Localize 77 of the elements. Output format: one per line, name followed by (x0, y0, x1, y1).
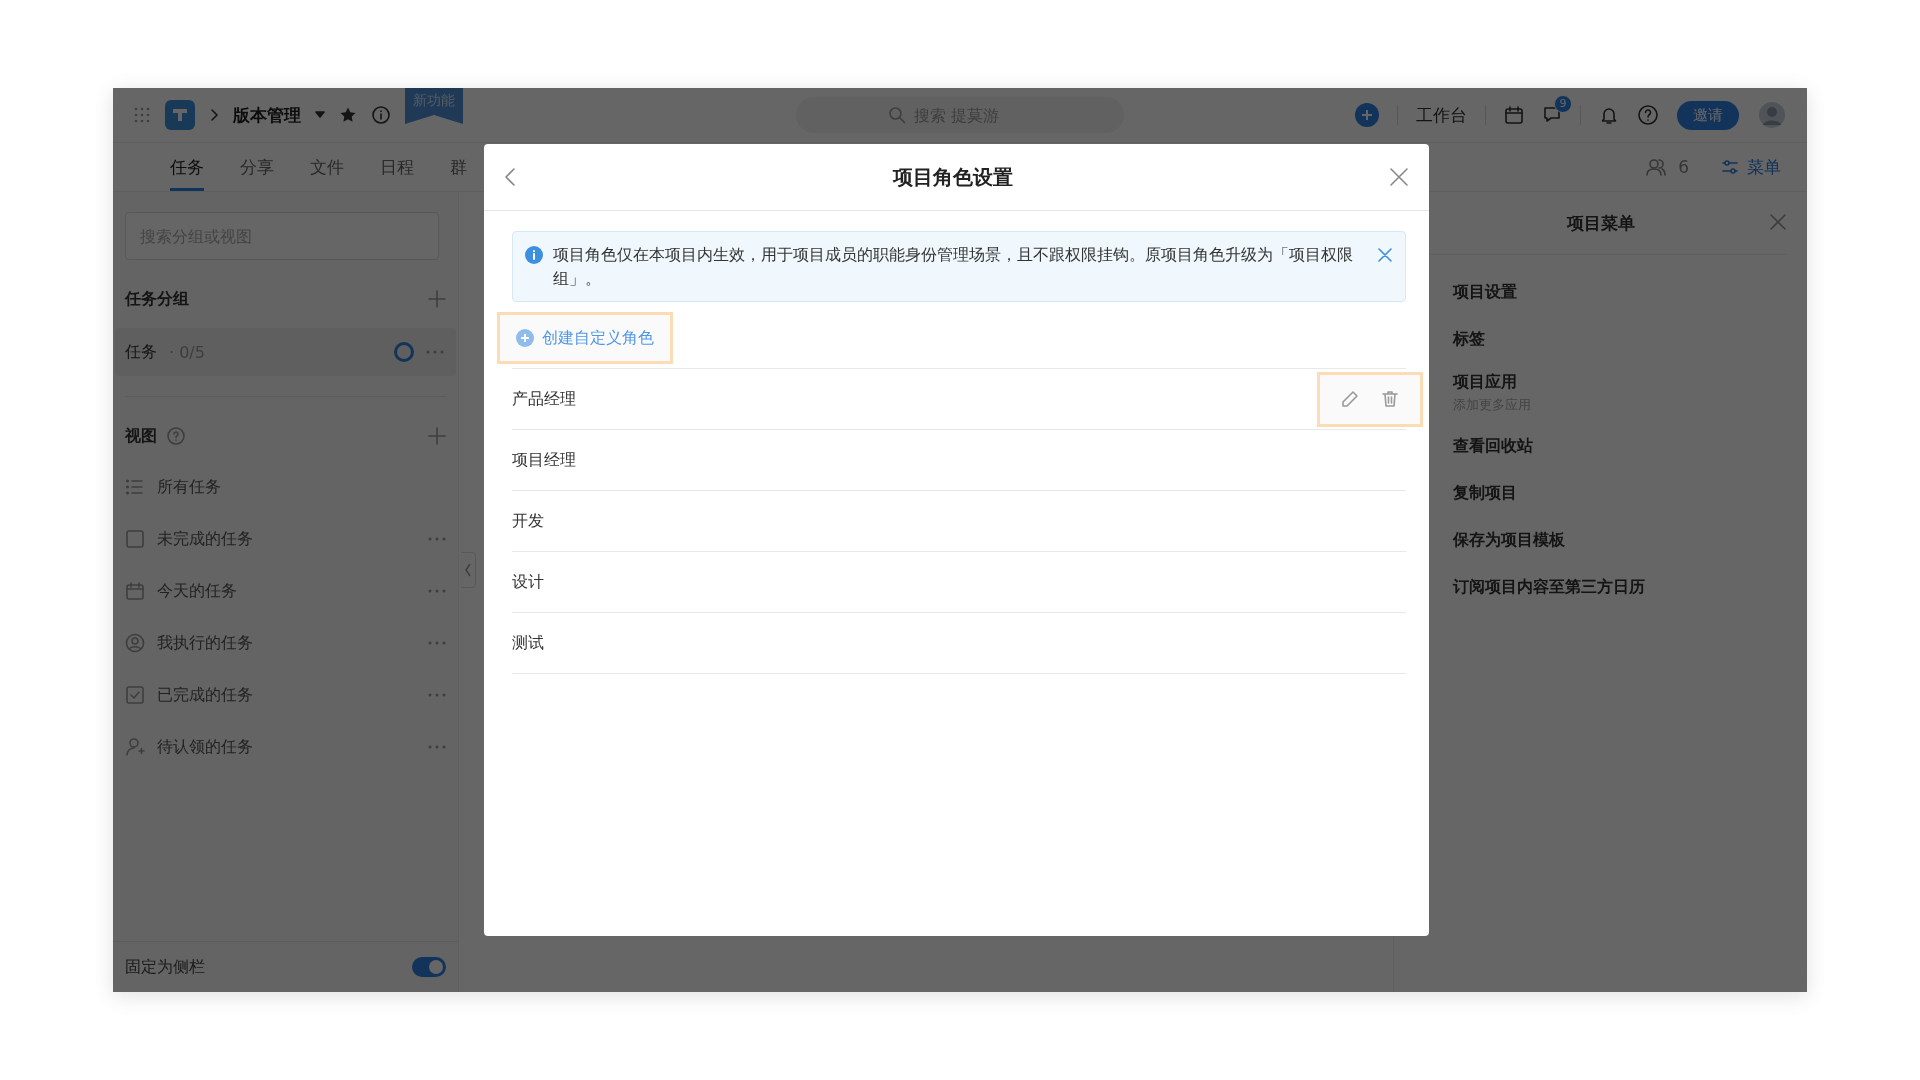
menu-link[interactable]: 菜单 (1747, 155, 1781, 179)
help-icon[interactable] (1637, 104, 1659, 126)
add-icon[interactable] (428, 427, 446, 445)
user-avatar[interactable] (1757, 100, 1787, 130)
create-role-button[interactable]: 创建自定义角色 (497, 312, 673, 364)
notice-text: 项目角色仅在本项目内生效，用于项目成员的职能身份管理场景，且不跟权限挂钩。原项目角色升级为「项目权限组」。 (553, 245, 1354, 290)
info-icon[interactable] (371, 105, 391, 125)
invite-button[interactable]: 邀请 (1677, 100, 1739, 130)
plus-icon (1361, 109, 1373, 121)
workbench-link[interactable]: 工作台 (1416, 103, 1467, 127)
view-item[interactable]: 未完成的任务 (157, 528, 416, 550)
tab[interactable]: 日程 (380, 143, 414, 191)
tab[interactable]: 文件 (310, 143, 344, 191)
more-icon[interactable] (428, 537, 446, 541)
project-name[interactable]: 版本管理 (233, 103, 301, 127)
message-icon[interactable] (1542, 105, 1562, 125)
role-name: 设计 (512, 571, 545, 593)
user-circle-icon (125, 633, 145, 653)
pin-label: 固定为侧栏 (125, 956, 206, 978)
app-logo[interactable] (165, 100, 195, 130)
progress-ring-icon (394, 342, 414, 362)
view-item[interactable]: 待认领的任务 (157, 736, 416, 758)
role-name: 产品经理 (512, 388, 577, 410)
modal-title: 项目角色设置 (891, 163, 1014, 191)
menu-item[interactable]: 标签 (1453, 329, 1807, 350)
menu-item[interactable]: 保存为项目模板 (1453, 530, 1807, 551)
unread-badge: 9 (1554, 95, 1572, 113)
menu-item[interactable]: 项目设置 (1453, 282, 1807, 303)
checkbox-icon (125, 685, 145, 705)
calendar-icon[interactable] (1504, 105, 1524, 125)
role-name: 开发 (512, 510, 545, 532)
add-icon[interactable] (1355, 103, 1379, 127)
view-item[interactable]: 今天的任务 (157, 580, 416, 602)
list-icon (125, 477, 145, 497)
view-item[interactable]: 我执行的任务 (157, 632, 416, 654)
chevron-right-icon (209, 108, 219, 122)
collapse-handle[interactable] (461, 552, 476, 588)
close-icon[interactable] (1389, 167, 1409, 187)
menu-item[interactable]: 查看回收站 (1453, 436, 1807, 457)
search-icon (888, 106, 906, 124)
tab[interactable]: 分享 (240, 143, 274, 191)
add-icon[interactable] (428, 290, 446, 308)
bell-icon[interactable] (1599, 105, 1619, 125)
help-icon[interactable] (167, 427, 185, 445)
more-icon[interactable] (426, 350, 444, 354)
role-name: 项目经理 (512, 449, 577, 471)
pin-toggle[interactable] (412, 957, 446, 977)
star-icon[interactable] (339, 106, 357, 124)
panel-title: 项目菜单 (1566, 211, 1635, 235)
menu-item[interactable]: 订阅项目内容至第三方日历 (1453, 577, 1807, 598)
user-add-icon (125, 737, 145, 757)
more-icon[interactable] (428, 589, 446, 593)
sliders-icon[interactable] (1721, 158, 1739, 176)
calendar-icon (125, 581, 145, 601)
role-name: 测试 (512, 632, 545, 654)
menu-item[interactable]: 复制项目 (1453, 483, 1807, 504)
more-icon[interactable] (428, 745, 446, 749)
members-icon[interactable] (1646, 157, 1667, 177)
close-icon[interactable] (1769, 213, 1787, 231)
menu-item[interactable]: 项目应用 (1453, 372, 1807, 393)
apps-icon[interactable] (133, 106, 151, 124)
square-icon (125, 529, 145, 549)
plus-circle-icon (516, 329, 534, 347)
group-label: 任务 (125, 341, 157, 363)
caret-down-icon[interactable] (315, 111, 325, 119)
back-icon[interactable] (504, 167, 516, 187)
tab[interactable]: 群 (450, 143, 467, 191)
more-icon[interactable] (428, 641, 446, 645)
view-item[interactable]: 已完成的任务 (157, 684, 416, 706)
info-icon (525, 246, 543, 264)
edit-icon[interactable] (1340, 389, 1360, 409)
section-title: 视图 (125, 425, 157, 447)
close-icon[interactable] (1377, 247, 1393, 263)
section-title: 任务分组 (125, 288, 189, 310)
trash-icon[interactable] (1380, 389, 1400, 409)
view-item[interactable]: 所有任务 (157, 476, 446, 498)
more-icon[interactable] (428, 693, 446, 697)
